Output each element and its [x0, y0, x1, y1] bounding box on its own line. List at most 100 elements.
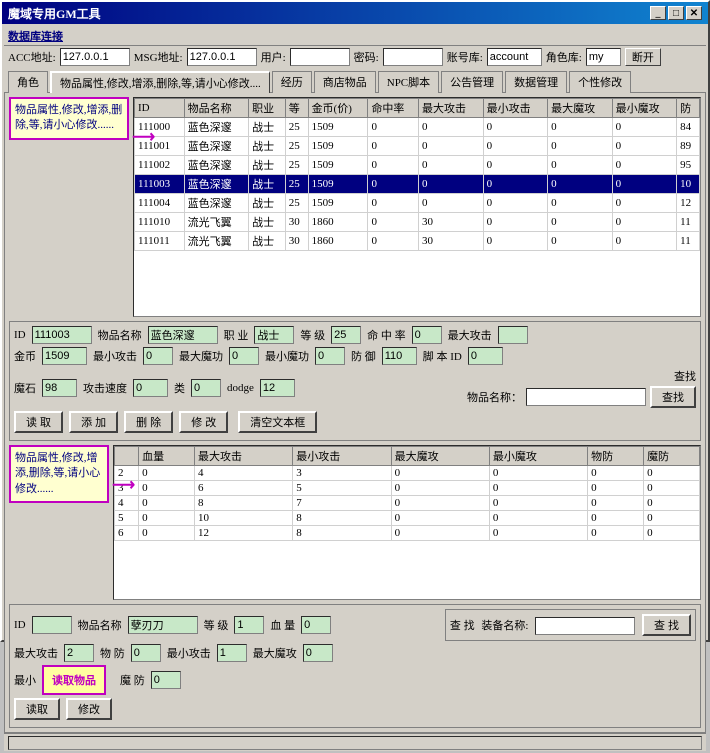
foot-field[interactable]	[468, 347, 503, 365]
table-row[interactable]: 601280000	[115, 526, 700, 541]
table-row[interactable]: 111011流光飞翼战士30186003000011	[135, 232, 700, 251]
lf-equip-name-label: 装备名称:	[481, 620, 528, 632]
gold-field[interactable]	[42, 347, 87, 365]
lcol-max-magic: 最大魔攻	[391, 447, 489, 466]
tab-exp[interactable]: 经历	[272, 71, 312, 93]
tab-role[interactable]: 角色	[8, 71, 48, 93]
lf-max-atk-field[interactable]	[64, 644, 94, 662]
def-field[interactable]	[382, 347, 417, 365]
lf-equip-name-input[interactable]	[535, 617, 635, 635]
window-title: 魔域专用GM工具	[8, 5, 101, 22]
status-segment	[8, 736, 702, 750]
user-label: 用户:	[261, 49, 286, 65]
lf-pdef-label: 物 防	[100, 645, 125, 661]
lcol-min-magic: 最小魔攻	[489, 447, 587, 466]
add-button[interactable]: 添 加	[69, 411, 118, 433]
lower-table: 血量 最大攻击 最小攻击 最大魔攻 最小魔攻 物防 魔防 20430000306…	[114, 446, 700, 541]
upper-arrow-icon: ⟶	[132, 127, 155, 149]
max-atk-field[interactable]	[498, 326, 528, 344]
lcol-min-atk: 最小攻击	[293, 447, 391, 466]
table-row[interactable]: 20430000	[115, 466, 700, 481]
search-name-input[interactable]	[526, 388, 646, 406]
tab-data[interactable]: 数据管理	[505, 71, 567, 93]
level-label: 等 级	[300, 327, 325, 343]
table-row[interactable]: 111001蓝色深邃战士2515090000089	[135, 137, 700, 156]
lower-arrow-icon: ⟶	[112, 475, 135, 497]
role-label: 角色库:	[546, 49, 582, 65]
acc-input[interactable]	[60, 48, 130, 66]
read-button-lower[interactable]: 读取	[14, 698, 60, 720]
gold-label: 金币	[14, 348, 36, 364]
tab-item-prop[interactable]: 物品属性,修改,增添,删除,等,请小心修改....	[50, 71, 270, 93]
delete-button[interactable]: 删 除	[124, 411, 173, 433]
clear-button[interactable]: 清空文本框	[238, 411, 317, 433]
lf-level-field[interactable]	[234, 616, 264, 634]
def-label: 防 御	[351, 348, 376, 364]
lcol-max-atk: 最大攻击	[194, 447, 292, 466]
tab-npc[interactable]: NPC脚本	[378, 71, 439, 93]
lf-search-button[interactable]: 查 找	[642, 614, 691, 636]
lf-id-field[interactable]	[32, 616, 72, 634]
modify-button-lower[interactable]: 修改	[66, 698, 112, 720]
lower-warning-box: 物品属性,修改,增添,删除,等,请小心修改...... ⟶	[9, 445, 109, 503]
read-item-button[interactable]: 读取物品	[42, 665, 106, 695]
lower-table-container[interactable]: 血量 最大攻击 最小攻击 最大魔攻 最小魔攻 物防 魔防 20430000306…	[113, 445, 701, 600]
min-magic-field[interactable]	[315, 347, 345, 365]
lcol-blood: 血量	[139, 447, 195, 466]
role-input[interactable]	[586, 48, 621, 66]
table-row[interactable]: 111000蓝色深邃战士2515090000084	[135, 118, 700, 137]
col-def: 防	[677, 99, 700, 118]
atk-speed-field[interactable]	[133, 379, 168, 397]
lf-pdef-field[interactable]	[131, 644, 161, 662]
pwd-label: 密码:	[354, 49, 379, 65]
lf-mdef-field[interactable]	[151, 671, 181, 689]
tab-personal[interactable]: 个性修改	[569, 71, 631, 93]
read-button-upper[interactable]: 读 取	[14, 411, 63, 433]
minimize-button[interactable]: _	[650, 6, 666, 20]
content-area: 数据库连接 ACC地址: MSG地址: 用户: 密码: 账号库: 角色库: 断开…	[2, 24, 708, 753]
id-field[interactable]	[32, 326, 92, 344]
disconnect-button[interactable]: 断开	[625, 48, 661, 66]
lf-max-magic-label: 最大魔攻	[253, 645, 297, 661]
lower-search-area: 查 找 装备名称: 查 找	[445, 609, 696, 641]
search-button-upper[interactable]: 查找	[650, 386, 696, 408]
table-row[interactable]: 40870000	[115, 496, 700, 511]
user-input[interactable]	[290, 48, 350, 66]
table-row[interactable]: 111002蓝色深邃战士2515090000095	[135, 156, 700, 175]
max-magic-field[interactable]	[229, 347, 259, 365]
table-row[interactable]: 111004蓝色深邃战士2515090000012	[135, 194, 700, 213]
max-atk-label-top: 最大攻击	[448, 327, 492, 343]
msg-input[interactable]	[187, 48, 257, 66]
foot-label: 脚 本 ID	[423, 348, 462, 364]
modify-button-upper[interactable]: 修 改	[179, 411, 228, 433]
lf-id-label: ID	[14, 619, 26, 631]
table-row[interactable]: 501080000	[115, 511, 700, 526]
min-atk-field[interactable]	[143, 347, 173, 365]
name-field[interactable]	[148, 326, 218, 344]
col-max-magic: 最大魔攻	[548, 99, 613, 118]
table-row[interactable]: 111003蓝色深邃战士2515090000010	[135, 175, 700, 194]
lf-max-magic-field[interactable]	[303, 644, 333, 662]
level-field[interactable]	[331, 326, 361, 344]
tab-announce[interactable]: 公告管理	[441, 71, 503, 93]
table-row[interactable]: 30650000	[115, 481, 700, 496]
dodge-field[interactable]	[260, 379, 295, 397]
job-field[interactable]	[254, 326, 294, 344]
table-row[interactable]: 111010流光飞翼战士30186003000011	[135, 213, 700, 232]
tab-shop[interactable]: 商店物品	[314, 71, 376, 93]
lf-min-atk-field[interactable]	[217, 644, 247, 662]
hit-field[interactable]	[412, 326, 442, 344]
magic-stone-field[interactable]	[42, 379, 77, 397]
lf-blood-field[interactable]	[301, 616, 331, 634]
upper-table: ID 物品名称 职业 等 金币(价) 命中率 最大攻击 最小攻击 最大魔攻 最小…	[134, 98, 700, 251]
close-button[interactable]: ✕	[686, 6, 702, 20]
dodge-label: dodge	[227, 382, 254, 394]
upper-table-container[interactable]: ID 物品名称 职业 等 金币(价) 命中率 最大攻击 最小攻击 最大魔攻 最小…	[133, 97, 701, 317]
class-field[interactable]	[191, 379, 221, 397]
pwd-input[interactable]	[383, 48, 443, 66]
account-input[interactable]	[487, 48, 542, 66]
upper-warning-text: 物品属性,修改,增添,删除,等,请小心修改......	[15, 104, 122, 131]
maximize-button[interactable]: □	[668, 6, 684, 20]
lf-name-field[interactable]	[128, 616, 198, 634]
min-atk-label: 最小攻击	[93, 348, 137, 364]
